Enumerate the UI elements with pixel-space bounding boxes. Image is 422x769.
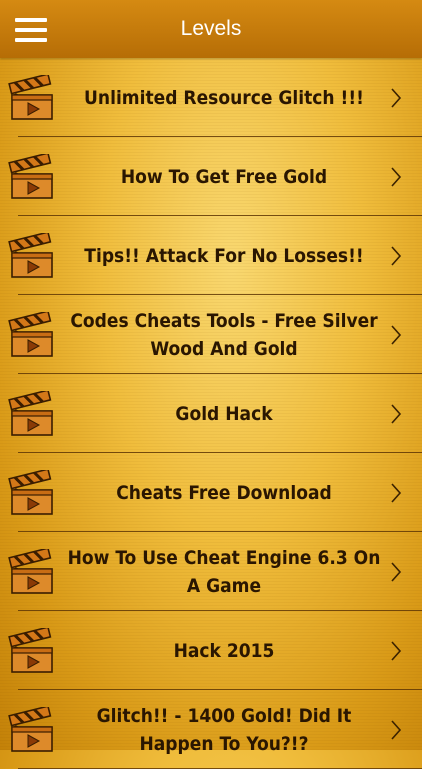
- chevron-right-icon: [391, 720, 402, 740]
- chevron-right-icon: [391, 641, 402, 661]
- list-item[interactable]: Gold Hack: [0, 374, 422, 453]
- nav-bar: Levels: [0, 0, 422, 58]
- list-item-label: Gold Hack: [175, 402, 273, 425]
- levels-list: Unlimited Resource Glitch !!! How To Get…: [0, 58, 422, 769]
- clapperboard-icon: [8, 312, 53, 357]
- list-item-label: Glitch!! - 1400 Gold! Did It Happen To Y…: [96, 704, 352, 755]
- clapperboard-icon: [8, 75, 53, 120]
- chevron-right-icon: [391, 325, 402, 345]
- chevron-right-icon: [391, 167, 402, 187]
- list-item-label: Unlimited Resource Glitch !!!: [84, 86, 364, 109]
- page-title: Levels: [180, 17, 242, 40]
- list-item[interactable]: How To Get Free Gold: [0, 137, 422, 216]
- clapperboard-icon: [8, 233, 53, 278]
- clapperboard-icon: [8, 628, 53, 673]
- chevron-right-icon: [391, 88, 402, 108]
- chevron-right-icon: [391, 246, 402, 266]
- list-item[interactable]: Unlimited Resource Glitch !!!: [0, 58, 422, 137]
- chevron-right-icon: [391, 404, 402, 424]
- list-item[interactable]: Glitch!! - 1400 Gold! Did It Happen To Y…: [0, 690, 422, 769]
- list-item[interactable]: Hack 2015: [0, 611, 422, 690]
- list-item-label: Tips!! Attack For No Losses!!: [84, 244, 364, 267]
- clapperboard-icon: [8, 154, 53, 199]
- list-item-label: Codes Cheats Tools - Free Silver Wood An…: [70, 309, 378, 360]
- clapperboard-icon: [8, 707, 53, 752]
- clapperboard-icon: [8, 549, 53, 594]
- clapperboard-icon: [8, 391, 53, 436]
- list-item-label: How To Get Free Gold: [120, 165, 328, 188]
- list-item-label: How To Use Cheat Engine 6.3 On A Game: [67, 546, 381, 597]
- list-item-label: Cheats Free Download: [116, 481, 332, 504]
- list-item[interactable]: Tips!! Attack For No Losses!!: [0, 216, 422, 295]
- list-item[interactable]: How To Use Cheat Engine 6.3 On A Game: [0, 532, 422, 611]
- list-item[interactable]: Cheats Free Download: [0, 453, 422, 532]
- list-item[interactable]: Codes Cheats Tools - Free Silver Wood An…: [0, 295, 422, 374]
- list-item-label: Hack 2015: [173, 639, 275, 662]
- chevron-right-icon: [391, 483, 402, 503]
- clapperboard-icon: [8, 470, 53, 515]
- chevron-right-icon: [391, 562, 402, 582]
